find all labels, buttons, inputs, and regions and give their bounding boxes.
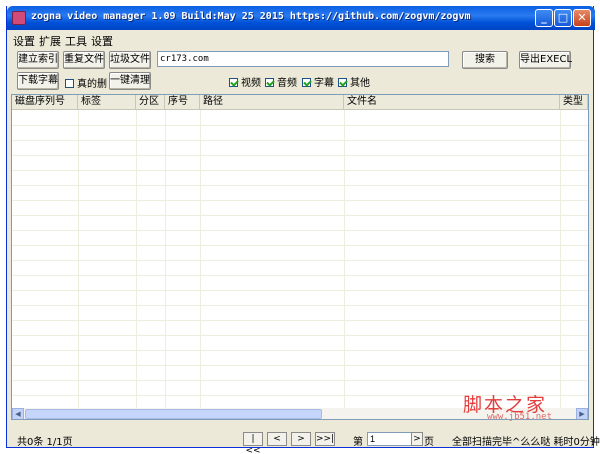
download-subtitles-button[interactable]: 下载字幕 [17, 72, 59, 90]
table-row-line [12, 200, 588, 201]
junk-files-button[interactable]: 垃圾文件 [109, 51, 151, 69]
table-row-line [12, 290, 588, 291]
export-excel-button[interactable]: 导出EXECL [519, 51, 572, 69]
next-page-button[interactable]: > [291, 432, 311, 446]
table-row-line [12, 350, 588, 351]
app-icon [12, 11, 26, 25]
page-suffix: 页 [424, 437, 434, 448]
menu-settings[interactable]: 设置 [13, 33, 35, 49]
table-row-line [12, 170, 588, 171]
filter-other-label: 其他 [350, 78, 370, 89]
col-partition[interactable]: 分区 [136, 95, 165, 110]
menu-extend[interactable]: 扩展 [39, 33, 61, 49]
table-column-line [560, 110, 561, 408]
filter-video-label: 视频 [241, 78, 261, 89]
menu-settings-2[interactable]: 设置 [91, 33, 113, 49]
search-input[interactable] [157, 51, 449, 67]
filter-subtitle-checkbox[interactable]: 字幕 [302, 74, 334, 89]
table-row-line [12, 365, 588, 366]
col-type[interactable]: 类型 [560, 95, 588, 110]
menu-tools[interactable]: 工具 [65, 33, 87, 49]
table-row-line [12, 380, 588, 381]
filter-video-box[interactable] [229, 78, 238, 87]
minimize-button[interactable]: _ [535, 9, 553, 27]
app-window: zogna video manager 1.09 Build:May 25 20… [6, 6, 600, 454]
filter-video-checkbox[interactable]: 视频 [229, 74, 261, 89]
really-delete-label: 真的删 [77, 79, 107, 90]
scroll-left-icon[interactable]: ◀ [12, 408, 24, 419]
first-page-button[interactable]: |<< [243, 432, 263, 454]
prev-page-button[interactable]: < [267, 432, 287, 446]
page-number-input[interactable] [367, 432, 415, 446]
duplicate-files-button[interactable]: 重复文件 [63, 51, 105, 69]
scroll-right-icon[interactable]: ▶ [576, 408, 588, 419]
table-row-line [12, 185, 588, 186]
page-label: 第 [353, 437, 363, 448]
col-label[interactable]: 标签 [78, 95, 136, 110]
menu-bar: 设置 扩展 工具 设置 [7, 30, 593, 48]
last-page-button[interactable]: >>| [315, 432, 335, 446]
col-disk-serial[interactable]: 磁盘序列号 [12, 95, 78, 110]
table-column-line [136, 110, 137, 408]
close-button[interactable]: ✕ [573, 9, 591, 27]
table-row-line [12, 260, 588, 261]
filter-audio-checkbox[interactable]: 音频 [265, 74, 297, 89]
search-button[interactable]: 搜索 [462, 51, 508, 69]
table-row-line [12, 230, 588, 231]
scroll-thumb[interactable] [25, 409, 322, 419]
col-path[interactable]: 路径 [200, 95, 344, 110]
filter-audio-box[interactable] [265, 78, 274, 87]
record-summary: 共0条 1/1页 [17, 437, 73, 448]
filter-subtitle-label: 字幕 [314, 78, 334, 89]
filter-audio-label: 音频 [277, 78, 297, 89]
table-row-line [12, 155, 588, 156]
table-column-line [200, 110, 201, 408]
table-row-line [12, 305, 588, 306]
table-column-line [344, 110, 345, 408]
table-column-line [165, 110, 166, 408]
col-filename[interactable]: 文件名 [344, 95, 560, 110]
table-header: 磁盘序列号 标签 分区 序号 路径 文件名 类型 [12, 95, 588, 110]
build-index-button[interactable]: 建立索引 [17, 51, 59, 69]
table-row-line [12, 335, 588, 336]
col-number[interactable]: 序号 [165, 95, 200, 110]
scan-status: 全部扫描完毕^么么哒 耗时0分钟 [452, 437, 600, 448]
table-row-line [12, 125, 588, 126]
filter-other-box[interactable] [338, 78, 347, 87]
table-row-line [12, 275, 588, 276]
table-column-line [78, 110, 79, 408]
really-delete-box[interactable] [65, 79, 74, 88]
file-list-table[interactable]: 磁盘序列号 标签 分区 序号 路径 文件名 类型 ◀ ▶ [11, 94, 589, 420]
table-row-line [12, 320, 588, 321]
filter-other-checkbox[interactable]: 其他 [338, 74, 370, 89]
maximize-button[interactable]: □ [554, 9, 572, 27]
title-bar[interactable]: zogna video manager 1.09 Build:May 25 20… [7, 6, 595, 30]
table-row-line [12, 215, 588, 216]
really-delete-checkbox[interactable]: 真的删 [65, 75, 107, 90]
filter-subtitle-box[interactable] [302, 78, 311, 87]
one-click-clean-button[interactable]: 一键清理 [109, 72, 151, 90]
window-title: zogna video manager 1.09 Build:May 25 20… [31, 11, 471, 22]
watermark-url: www.jb51.net [487, 412, 553, 422]
table-row-line [12, 245, 588, 246]
go-page-button[interactable]: > [411, 432, 423, 446]
table-row-line [12, 140, 588, 141]
